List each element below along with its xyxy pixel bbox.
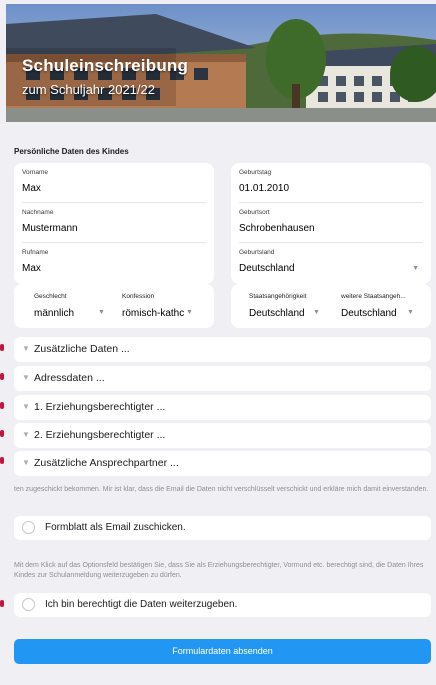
nickname-value[interactable]: Max (22, 263, 41, 274)
birthday-field[interactable]: Geburtstag 01.01.2010 (239, 163, 423, 203)
chevron-down-icon: ▼ (22, 344, 30, 353)
accordion-label: 1. Erziehungsberechtigter ... (34, 401, 166, 413)
last-name-label: Nachname (22, 209, 54, 216)
required-marker (0, 402, 4, 409)
birthday-label: Geburtstag (239, 169, 272, 176)
email-option[interactable]: Formblatt als Email zuschicken. (14, 516, 431, 540)
chevron-down-icon: ▼ (186, 309, 193, 316)
chevron-down-icon: ▼ (407, 309, 414, 316)
birth-country-select[interactable]: Geburtsland Deutschland ▼ (239, 243, 423, 283)
second-citizenship-select[interactable]: weitere Staatsangeh... Deutschland ▼ (339, 284, 431, 328)
chevron-down-icon: ▼ (22, 373, 30, 382)
chevron-down-icon: ▼ (22, 430, 30, 439)
submit-button[interactable]: Formulardaten absenden (14, 639, 431, 664)
email-note: ten zugeschickt bekommen. Mir ist klar, … (14, 486, 429, 493)
first-name-value[interactable]: Max (22, 183, 41, 194)
consent-option[interactable]: Ich bin berechtigt die Daten weiterzugeb… (14, 593, 431, 617)
second-citizenship-label: weitere Staatsangeh... (341, 293, 406, 300)
gender-value: männlich (34, 308, 75, 319)
gender-label: Geschlecht (34, 293, 67, 300)
religion-label: Konfession (122, 293, 155, 300)
birth-data-card: Geburtstag 01.01.2010 Geburtsort Schrobe… (231, 163, 431, 284)
citizenship-card: Staatsangehörigkeit Deutschland ▼ weiter… (231, 284, 431, 328)
gender-select[interactable]: Geschlecht männlich ▼ (14, 284, 114, 328)
accordion-contacts[interactable]: ▼ Zusätzliche Ansprechpartner ... (14, 451, 431, 476)
first-name-field[interactable]: Vorname Max (22, 163, 206, 203)
accordion-additional-data[interactable]: ▼ Zusätzliche Daten ... (14, 337, 431, 362)
accordion-label: Zusätzliche Ansprechpartner ... (34, 457, 179, 469)
last-name-value[interactable]: Mustermann (22, 223, 78, 234)
accordion-label: Zusätzliche Daten ... (34, 343, 130, 355)
submit-button-label: Formulardaten absenden (172, 646, 273, 656)
chevron-down-icon: ▼ (22, 458, 30, 467)
required-marker (0, 373, 4, 380)
header-image: Schuleinschreibung zum Schuljahr 2021/22 (6, 4, 436, 122)
chevron-down-icon: ▼ (98, 309, 105, 316)
consent-radio[interactable] (22, 598, 35, 611)
chevron-down-icon: ▼ (313, 309, 320, 316)
consent-note: Mit dem Klick auf das Optionsfeld bestät… (14, 562, 424, 579)
page-title: Schuleinschreibung (22, 56, 189, 75)
citizenship-select[interactable]: Staatsangehörigkeit Deutschland ▼ (231, 284, 323, 328)
religion-value: römisch-kathc (122, 308, 184, 319)
chevron-down-icon: ▼ (22, 402, 30, 411)
accordion-guardian-2[interactable]: ▼ 2. Erziehungsberechtigter ... (14, 423, 431, 448)
second-citizenship-value: Deutschland (341, 308, 397, 319)
citizenship-label: Staatsangehörigkeit (249, 293, 307, 300)
required-marker (0, 600, 4, 607)
nickname-field[interactable]: Rufname Max (22, 243, 206, 283)
last-name-field[interactable]: Nachname Mustermann (22, 203, 206, 243)
nickname-label: Rufname (22, 249, 49, 256)
required-marker (0, 457, 4, 464)
birthplace-field[interactable]: Geburtsort Schrobenhausen (239, 203, 423, 243)
consent-option-label: Ich bin berechtigt die Daten weiterzugeb… (45, 599, 238, 610)
birthplace-label: Geburtsort (239, 209, 270, 216)
citizenship-value: Deutschland (249, 308, 305, 319)
required-marker (0, 430, 4, 437)
birth-country-label: Geburtsland (239, 249, 275, 256)
required-marker (0, 344, 4, 351)
accordion-guardian-1[interactable]: ▼ 1. Erziehungsberechtigter ... (14, 395, 431, 420)
birthday-value[interactable]: 01.01.2010 (239, 183, 289, 194)
page-subtitle: zum Schuljahr 2021/22 (22, 82, 155, 97)
accordion-label: Adressdaten ... (34, 372, 105, 384)
gender-religion-card: Geschlecht männlich ▼ Konfession römisch… (14, 284, 214, 328)
accordion-address[interactable]: ▼ Adressdaten ... (14, 366, 431, 391)
birthplace-value[interactable]: Schrobenhausen (239, 223, 315, 234)
section-title: Persönliche Daten des Kindes (14, 147, 129, 156)
email-option-label: Formblatt als Email zuschicken. (45, 522, 186, 533)
religion-select[interactable]: Konfession römisch-kathc ▼ (114, 284, 214, 328)
accordion-label: 2. Erziehungsberechtigter ... (34, 429, 166, 441)
child-name-card: Vorname Max Nachname Mustermann Rufname … (14, 163, 214, 284)
first-name-label: Vorname (22, 169, 49, 176)
chevron-down-icon: ▼ (412, 265, 419, 272)
email-radio[interactable] (22, 521, 35, 534)
birth-country-value: Deutschland (239, 263, 295, 274)
